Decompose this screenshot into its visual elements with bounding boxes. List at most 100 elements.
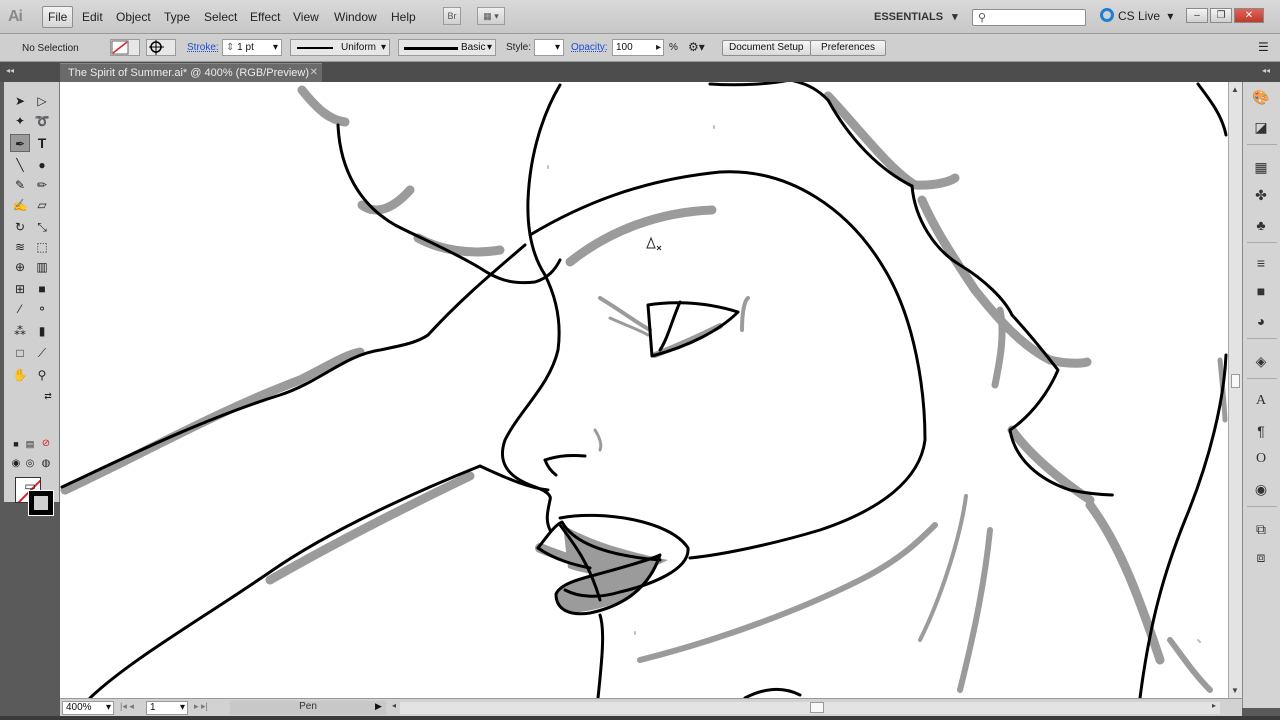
scroll-right-icon[interactable]: ▸: [1212, 701, 1216, 710]
menu-object[interactable]: Object: [116, 10, 151, 24]
stepper-icon: ⇕: [226, 42, 238, 53]
fill-color-picker[interactable]: [110, 39, 140, 56]
status-tool-name[interactable]: Pen: [230, 701, 386, 715]
column-graph-tool-icon[interactable]: ▮: [32, 322, 52, 340]
gradient-panel-icon[interactable]: ■: [1252, 282, 1270, 300]
menu-effect[interactable]: Effect: [250, 10, 280, 24]
none-mode-icon[interactable]: ⊘: [36, 435, 56, 453]
last-artboard-icon[interactable]: ▸ ▸|: [194, 701, 208, 712]
eraser-tool-icon[interactable]: ▱: [32, 196, 52, 214]
menu-view[interactable]: View: [293, 10, 319, 24]
lasso-tool-icon[interactable]: ➰: [32, 112, 52, 130]
horizontal-scroll-thumb[interactable]: [810, 702, 824, 713]
bridge-button[interactable]: Br: [443, 7, 461, 25]
stroke-panel-link[interactable]: Stroke:: [187, 42, 219, 53]
cs-live-button[interactable]: CS Live ▾: [1100, 8, 1173, 23]
brush-definition[interactable]: Basic ▾: [398, 39, 496, 56]
pen-tool-icon[interactable]: ✒: [10, 134, 30, 152]
appearance-panel-icon[interactable]: ◉: [1252, 480, 1270, 498]
blob-brush-tool-icon[interactable]: ✍: [10, 196, 30, 214]
align-panel-icon[interactable]: ⧉: [1252, 520, 1270, 538]
scale-tool-icon[interactable]: ⤡: [32, 218, 52, 236]
opacity-slider-arrow-icon[interactable]: ▸: [656, 42, 661, 53]
menu-edit[interactable]: Edit: [82, 10, 103, 24]
preferences-button[interactable]: Preferences: [810, 40, 886, 56]
menu-window[interactable]: Window: [334, 10, 377, 24]
restore-button[interactable]: ❐: [1210, 8, 1232, 23]
opacity-panel-link[interactable]: Opacity:: [571, 42, 608, 53]
scroll-up-icon[interactable]: ▲: [1231, 85, 1239, 94]
horizontal-scrollbar[interactable]: ◂ ▸: [392, 701, 1220, 714]
warp-tool-icon[interactable]: ≋: [10, 238, 30, 256]
status-menu-arrow-icon[interactable]: ▶: [375, 701, 382, 712]
stroke-color-picker[interactable]: [146, 39, 176, 56]
paragraph-panel-icon[interactable]: ¶: [1252, 422, 1270, 440]
scroll-left-icon[interactable]: ◂: [392, 701, 396, 710]
paintbrush-tool-icon[interactable]: ✎: [10, 176, 30, 194]
zoom-tool-icon[interactable]: ⚲: [32, 366, 52, 384]
arrange-documents-button[interactable]: ▦ ▾: [477, 7, 505, 25]
magic-wand-tool-icon[interactable]: ✦: [10, 112, 30, 130]
transparency-panel-icon[interactable]: ◕: [1252, 312, 1270, 330]
blend-tool-icon[interactable]: ⚬: [32, 300, 52, 318]
rotate-tool-icon[interactable]: ↻: [10, 218, 30, 236]
brush-preview: [404, 47, 458, 50]
close-tab-icon[interactable]: ✕: [310, 67, 318, 78]
eyedropper-tool-icon[interactable]: ⁄: [10, 300, 30, 318]
artboard-canvas[interactable]: [60, 82, 1228, 698]
draw-inside-icon[interactable]: ◍: [36, 455, 56, 473]
swatches-panel-icon[interactable]: ▦: [1252, 158, 1270, 176]
color-panel-icon[interactable]: 🎨: [1252, 88, 1270, 106]
gradient-tool-icon[interactable]: ■: [32, 280, 52, 298]
opentype-panel-icon[interactable]: O: [1252, 450, 1270, 468]
graphic-style-picker[interactable]: ▾: [534, 39, 564, 56]
perspective-grid-tool-icon[interactable]: ▥: [32, 258, 52, 276]
zoom-level-field[interactable]: 400% ▾: [62, 701, 114, 715]
free-transform-tool-icon[interactable]: ⬚: [32, 238, 52, 256]
ellipse-tool-icon[interactable]: ●: [32, 156, 52, 174]
document-tab-title: The Spirit of Summer.ai* @ 400% (RGB/Pre…: [68, 67, 310, 79]
artboard-number-field[interactable]: 1 ▾: [146, 701, 188, 715]
character-panel-icon[interactable]: A: [1252, 392, 1270, 410]
close-window-button[interactable]: ✕: [1234, 8, 1264, 23]
symbol-sprayer-tool-icon[interactable]: ⁂: [10, 322, 30, 340]
swap-fill-stroke-icon[interactable]: ⇄: [38, 387, 58, 405]
shape-builder-tool-icon[interactable]: ⊕: [10, 258, 30, 276]
menu-file[interactable]: File: [42, 6, 74, 28]
screen-mode-icon[interactable]: ▭: [20, 477, 40, 495]
pathfinder-panel-icon[interactable]: ⧈: [1252, 548, 1270, 566]
type-tool-icon[interactable]: T: [32, 134, 52, 152]
vertical-scroll-thumb[interactable]: [1231, 374, 1240, 388]
color-guide-panel-icon[interactable]: ◪: [1252, 118, 1270, 136]
stroke-panel-icon[interactable]: ≡: [1252, 254, 1270, 272]
stroke-weight-field[interactable]: ⇕ 1 pt ▾: [222, 39, 282, 56]
app-logo: Ai: [8, 8, 23, 25]
hand-tool-icon[interactable]: ✋: [10, 366, 30, 384]
slice-tool-icon[interactable]: ⟋: [32, 344, 52, 362]
menu-help[interactable]: Help: [391, 10, 416, 24]
selection-tool-icon[interactable]: ➤: [10, 92, 30, 110]
symbols-panel-icon[interactable]: ♣: [1252, 216, 1270, 234]
vertical-scrollbar[interactable]: ▲ ▼: [1228, 82, 1242, 698]
minimize-button[interactable]: ‒: [1186, 8, 1208, 23]
pencil-tool-icon[interactable]: ✏: [32, 176, 52, 194]
artboard-tool-icon[interactable]: □: [10, 344, 30, 362]
expand-panels-icon[interactable]: ◂◂: [1262, 66, 1270, 75]
variable-width-profile[interactable]: Uniform ▾: [290, 39, 390, 56]
brushes-panel-icon[interactable]: ✤: [1252, 186, 1270, 204]
scroll-down-icon[interactable]: ▼: [1231, 686, 1239, 695]
mesh-tool-icon[interactable]: ⊞: [10, 280, 30, 298]
recolor-artwork-icon[interactable]: ⚙▾: [688, 40, 705, 54]
document-tab[interactable]: The Spirit of Summer.ai* @ 400% (RGB/Pre…: [60, 63, 322, 82]
menu-select[interactable]: Select: [204, 10, 237, 24]
layers-panel-icon[interactable]: ◈: [1252, 352, 1270, 370]
search-input[interactable]: ⚲: [972, 9, 1086, 26]
first-artboard-icon[interactable]: |◂ ◂: [120, 701, 134, 712]
menu-type[interactable]: Type: [164, 10, 190, 24]
collapse-tools-icon[interactable]: ◂◂: [6, 66, 14, 75]
line-tool-icon[interactable]: ╲: [10, 156, 30, 174]
panel-menu-icon[interactable]: ☰: [1258, 40, 1269, 54]
direct-selection-tool-icon[interactable]: ▷: [32, 92, 52, 110]
workspace-switcher[interactable]: ESSENTIALS ▾: [874, 10, 958, 23]
document-setup-button[interactable]: Document Setup: [722, 40, 811, 56]
